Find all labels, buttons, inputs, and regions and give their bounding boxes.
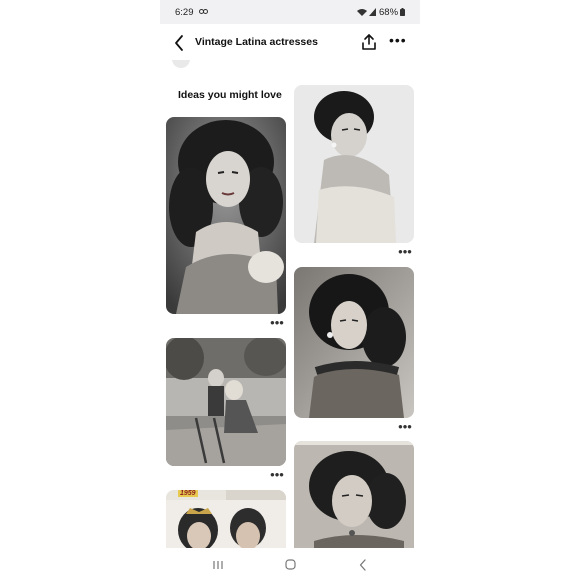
chevron-left-icon[interactable] [172,34,186,52]
portrait-image [294,85,414,243]
pin-more-button-2[interactable]: ••• [397,245,413,259]
signal-icon [369,8,376,16]
phone-screen: 6:29 68% Vintage Latina actresses ••• Id… [160,0,420,580]
portrait-image [166,117,286,314]
status-time: 6:29 [175,7,194,18]
scrolled-content-remnant [172,60,196,68]
portrait-image [294,267,414,418]
pin-image-4[interactable] [166,338,286,466]
board-title: Vintage Latina actresses [195,36,318,48]
avatar [172,60,190,68]
magazine-year-badge: 1959 [178,490,198,497]
battery-icon [400,8,405,16]
pin-more-button-4[interactable]: ••• [269,468,285,482]
pin-image-6[interactable]: 1959 [166,490,286,548]
wifi-icon [357,9,367,16]
section-title: Ideas you might love [178,89,282,101]
portrait-image [294,441,414,548]
status-bar: 6:29 68% [160,0,420,24]
magazine-cover-image [166,490,286,548]
pin-more-button-3[interactable]: ••• [397,420,413,434]
pin-image-1[interactable] [166,117,286,314]
back-nav-icon[interactable] [359,559,367,571]
pin-image-2[interactable] [294,85,414,243]
recents-icon[interactable] [212,560,224,570]
pin-more-button-1[interactable]: ••• [269,316,285,330]
pin-image-3[interactable] [294,267,414,418]
pin-image-5[interactable] [294,441,414,548]
share-icon[interactable] [360,33,378,51]
board-header: Vintage Latina actresses ••• [160,24,420,60]
system-nav-bar [160,548,420,580]
home-icon[interactable] [285,559,296,570]
link-icon [199,9,208,14]
photo-image [166,338,286,466]
battery-percent: 68% [379,7,399,18]
more-dots-icon[interactable]: ••• [389,33,409,49]
